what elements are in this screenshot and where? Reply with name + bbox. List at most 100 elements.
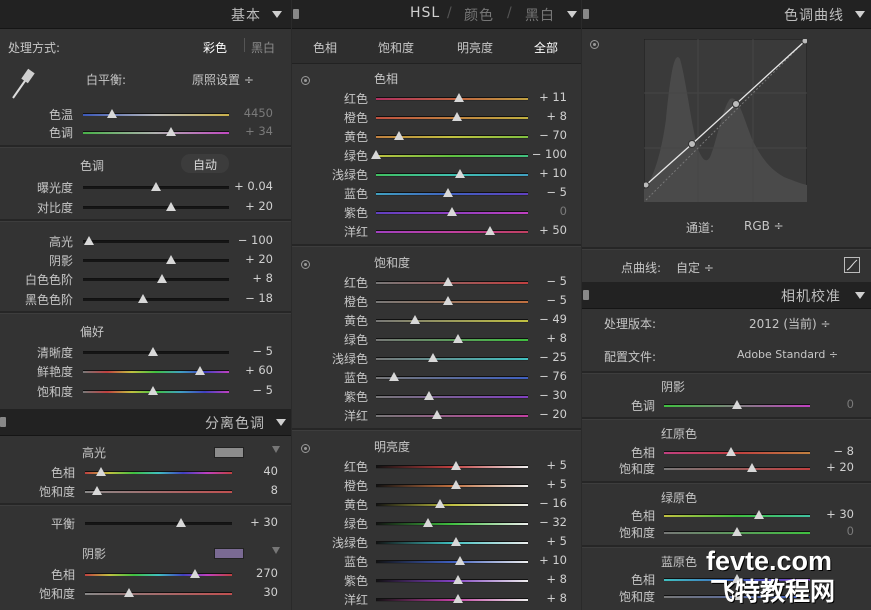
profile-select[interactable]: Adobe Standard ÷ [737, 348, 838, 361]
hsl-0-4-value[interactable]: + 10 [292, 166, 567, 180]
hsl-1-6-value[interactable]: − 30 [292, 388, 567, 402]
process-select[interactable]: 2012 (当前) ÷ [749, 315, 831, 332]
calib-shadows-tint-value[interactable]: 0 [582, 397, 854, 411]
hsl-1-1-value[interactable]: − 5 [292, 293, 567, 307]
hsl-1-5-value[interactable]: − 76 [292, 369, 567, 383]
hsl-2-0-value[interactable]: + 5 [292, 458, 567, 472]
split-toning-title: 分离色调 [205, 416, 265, 432]
channel-select[interactable]: RGB ÷ [744, 219, 784, 233]
hsl-section-title: 饱和度 [374, 256, 411, 270]
clarity-value[interactable]: − 5 [0, 344, 273, 358]
calib-shadows-label: 阴影 [661, 380, 686, 394]
subtab-luminance[interactable]: 明亮度 [457, 39, 493, 56]
watermark: fevte.com 飞特教程网 [702, 546, 871, 610]
tint-value[interactable]: + 34 [0, 124, 273, 138]
temperature-value[interactable]: 4450 [0, 106, 273, 120]
highlights-value[interactable]: − 100 [0, 233, 273, 247]
eyedropper-icon[interactable] [9, 68, 37, 102]
hsl-panel: HSL / 颜色 / 黑白 色相 饱和度 明亮度 全部 色相 红色 + 11 橙色 + … [292, 0, 581, 610]
presence-label: 偏好 [80, 325, 105, 339]
channel-label: 通道: [686, 221, 715, 235]
split-hl-hue-value[interactable]: 40 [0, 464, 278, 478]
tab-hsl[interactable]: HSL [410, 5, 440, 21]
hsl-2-5-value[interactable]: + 10 [292, 553, 567, 567]
tone-curve-title: 色调曲线 [784, 8, 844, 24]
split-hl-sat-value[interactable]: 8 [0, 483, 278, 497]
shadows-value[interactable]: + 20 [0, 252, 273, 266]
target-adjust-icon[interactable] [590, 40, 599, 49]
calibration-title: 相机校准 [781, 289, 841, 305]
shadows-dropdown-icon[interactable] [272, 547, 280, 554]
hsl-2-6-value[interactable]: + 8 [292, 572, 567, 586]
target-adjust-icon[interactable] [301, 444, 310, 453]
treatment-bw-option[interactable]: 黑白 [251, 39, 275, 56]
vibrance-value[interactable]: + 60 [0, 363, 273, 377]
exposure-value[interactable]: + 0.04 [0, 179, 273, 193]
hsl-0-2-value[interactable]: − 70 [292, 128, 567, 142]
calib-blue-hue-label: 色相 [630, 573, 655, 587]
wb-select[interactable]: 原照设置 ÷ [192, 71, 254, 88]
split-toning-header[interactable]: 分离色调 [0, 409, 291, 436]
tab-bw[interactable]: 黑白 [525, 5, 555, 25]
hsl-1-7-value[interactable]: − 20 [292, 407, 567, 421]
hsl-section-title: 色相 [374, 72, 399, 86]
collapse-icon[interactable] [567, 11, 577, 18]
subtab-hue[interactable]: 色相 [313, 39, 337, 56]
red-primary-label: 红原色 [661, 427, 698, 441]
tone-curve-header[interactable]: 色调曲线 [582, 0, 871, 29]
basic-header[interactable]: 基本 [0, 0, 291, 29]
highlights-dropdown-icon[interactable] [272, 446, 280, 453]
split-highlights-label: 高光 [82, 446, 107, 460]
split-sh-hue-value[interactable]: 270 [0, 566, 278, 580]
hsl-1-0-value[interactable]: − 5 [292, 274, 567, 288]
hsl-2-2-value[interactable]: − 16 [292, 496, 567, 510]
hsl-0-3-value[interactable]: − 100 [292, 147, 567, 161]
collapse-icon[interactable] [272, 11, 282, 18]
whites-value[interactable]: + 8 [0, 271, 273, 285]
hsl-0-0-value[interactable]: + 11 [292, 90, 567, 104]
calib-red-hue-value[interactable]: − 8 [582, 444, 854, 458]
calibration-header[interactable]: 相机校准 [582, 282, 871, 309]
hsl-0-1-value[interactable]: + 8 [292, 109, 567, 123]
saturation-value[interactable]: − 5 [0, 383, 273, 397]
process-label: 处理版本: [604, 317, 657, 331]
hsl-2-7-value[interactable]: + 8 [292, 591, 567, 605]
split-shadows-label: 阴影 [82, 547, 107, 561]
calib-green-hue-value[interactable]: + 30 [582, 507, 854, 521]
subtab-all[interactable]: 全部 [534, 39, 558, 56]
point-curve-select[interactable]: 自定 ÷ [676, 259, 714, 276]
right-panels: 色调曲线 通道: RGB ÷ 点曲线: 自定 ÷ 相机校准 处理版本: 2012… [582, 0, 871, 610]
tab-color[interactable]: 颜色 [464, 5, 494, 25]
collapse-icon[interactable] [855, 11, 865, 18]
split-sh-sat-value[interactable]: 30 [0, 585, 278, 599]
collapse-icon[interactable] [276, 419, 286, 426]
hsl-2-3-value[interactable]: − 32 [292, 515, 567, 529]
split-balance-value[interactable]: + 30 [0, 515, 278, 529]
calib-green-sat-value[interactable]: 0 [582, 524, 854, 538]
hsl-header: HSL / 颜色 / 黑白 [292, 0, 581, 29]
basic-title: 基本 [231, 8, 261, 24]
collapse-icon[interactable] [855, 292, 865, 299]
hsl-0-6-value[interactable]: 0 [292, 204, 567, 218]
auto-tone-button[interactable]: 自动 [181, 154, 229, 173]
contrast-value[interactable]: + 20 [0, 199, 273, 213]
subtab-saturation[interactable]: 饱和度 [378, 39, 414, 56]
lightroom-develop-panels: 基本 处理方式: 彩色 黑白 白平衡: 原照设置 ÷ 色温 4450 色调 + 34 曝… [0, 0, 871, 610]
treatment-color-option[interactable]: 彩色 [203, 39, 227, 56]
hsl-1-4-value[interactable]: − 25 [292, 350, 567, 364]
hsl-2-1-value[interactable]: + 5 [292, 477, 567, 491]
shadows-color-swatch[interactable] [214, 548, 244, 559]
tone-label: 色调 [80, 159, 105, 173]
target-adjust-icon[interactable] [301, 260, 310, 269]
blacks-value[interactable]: − 18 [0, 291, 273, 305]
hsl-1-3-value[interactable]: + 8 [292, 331, 567, 345]
calib-red-sat-value[interactable]: + 20 [582, 460, 854, 474]
hsl-0-5-value[interactable]: − 5 [292, 185, 567, 199]
hsl-0-7-value[interactable]: + 50 [292, 223, 567, 237]
tone-curve-graph[interactable] [644, 39, 807, 202]
hsl-2-4-value[interactable]: + 5 [292, 534, 567, 548]
highlights-color-swatch[interactable] [214, 447, 244, 458]
target-adjust-icon[interactable] [301, 76, 310, 85]
hsl-1-2-value[interactable]: − 49 [292, 312, 567, 326]
edit-curve-icon[interactable] [844, 257, 860, 273]
